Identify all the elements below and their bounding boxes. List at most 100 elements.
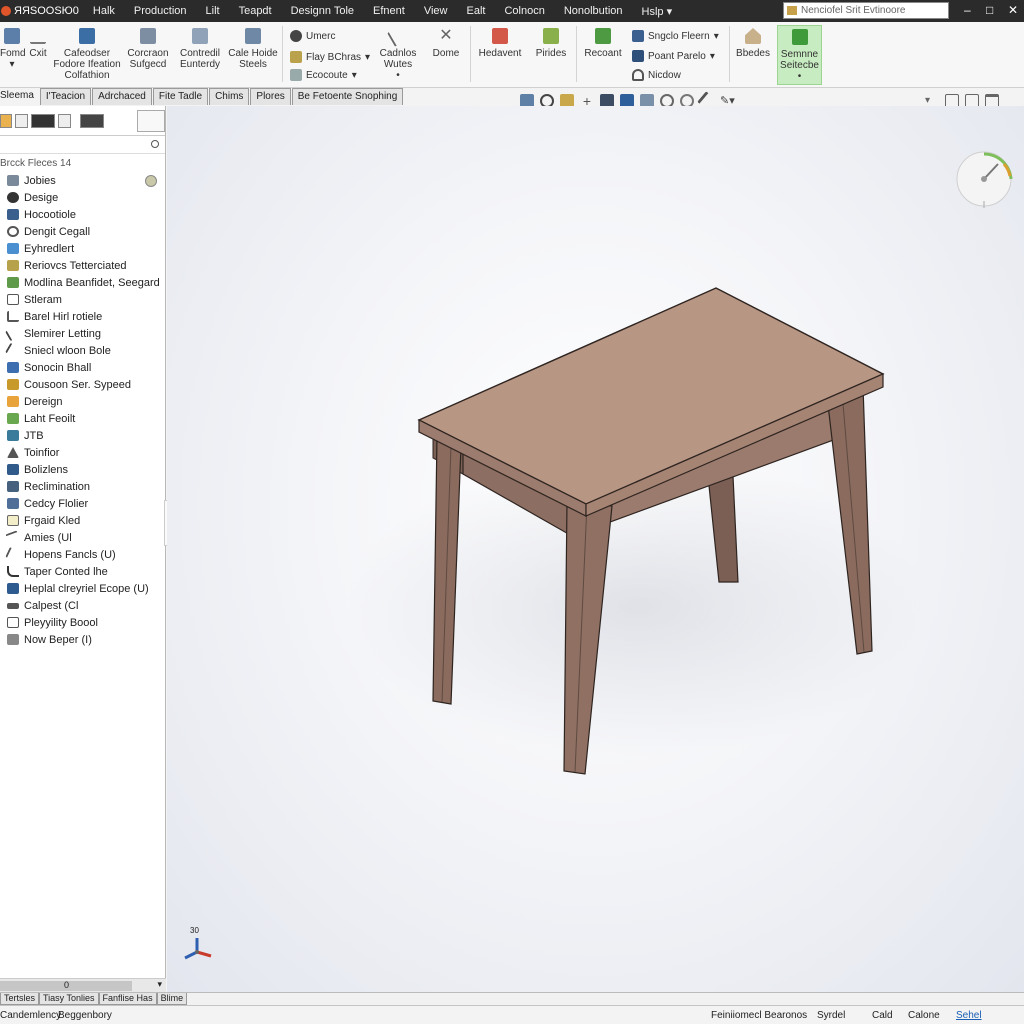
- feature-manager-tab-icon[interactable]: [0, 113, 13, 128]
- ribbon-nicdow-button[interactable]: Nicdow: [632, 69, 681, 81]
- tree-item[interactable]: Heplal clreyriel Ecope (U): [0, 580, 165, 597]
- tree-item[interactable]: Sniecl wloon Bole: [0, 342, 165, 359]
- tree-item-label: Slemirer Letting: [24, 327, 102, 340]
- tree-item[interactable]: Cedcy Flolier: [0, 495, 165, 512]
- tab-adrchaced[interactable]: Adrchaced: [92, 88, 152, 105]
- ribbon-sngclo-fleern-button[interactable]: Sngclo Fleern ▾: [632, 30, 719, 42]
- minimize-button[interactable]: –: [964, 3, 971, 17]
- tab-tertsles[interactable]: Tertsles: [0, 993, 40, 1005]
- menu-design-tole[interactable]: Designn Tole: [291, 5, 354, 17]
- tab-teacion[interactable]: I'Teacion: [39, 88, 92, 105]
- ribbon-umerc-button[interactable]: Umerc: [290, 30, 335, 42]
- menu-halk[interactable]: Halk: [93, 5, 115, 17]
- table-model[interactable]: [167, 106, 1024, 992]
- tree-item[interactable]: Cousoon Ser. Sypeed: [0, 376, 165, 393]
- menu-nonolbution[interactable]: Nonolbution: [564, 5, 623, 17]
- ribbon-exit-button[interactable]: Cxit: [26, 22, 50, 59]
- tree-item[interactable]: Barel Hirl rotiele: [0, 308, 165, 325]
- tree-item-label: Sniecl wloon Bole: [24, 344, 111, 357]
- tree-item[interactable]: Hopens Fancls (U): [0, 546, 165, 563]
- ribbon-recoant-button[interactable]: Recoant: [580, 22, 626, 59]
- tab-plores[interactable]: Plores: [250, 88, 291, 105]
- menu-teapdt[interactable]: Teapdt: [239, 5, 272, 17]
- tree-item[interactable]: Reriovcs Tetterciated: [0, 257, 165, 274]
- tab-tiasy-tonlies[interactable]: Tiasy Tonlies: [39, 993, 99, 1005]
- tree-item[interactable]: JTB: [0, 427, 165, 444]
- tree-item-label: Eyhredlert: [24, 242, 75, 255]
- menu-view[interactable]: View: [424, 5, 448, 17]
- panel-filter-field[interactable]: [137, 109, 165, 132]
- coordinate-triad: 30: [181, 926, 221, 966]
- tab-fanflise-has[interactable]: Fanflise Has: [98, 993, 157, 1005]
- ribbon-fomd-button[interactable]: Fomd ▾: [0, 22, 26, 70]
- view-orientation-gizmo[interactable]: [954, 146, 1020, 212]
- ribbon-dome-button[interactable]: ✕ Dome: [426, 22, 466, 60]
- tree-item[interactable]: Reclimination: [0, 478, 165, 495]
- tree-item[interactable]: Calpest (Cl: [0, 597, 165, 614]
- ribbon-cafeodser-button[interactable]: Cafeodser Fodore Ifeation Colfathion: [52, 22, 122, 81]
- ribbon-pirides-button[interactable]: Pirides: [530, 22, 572, 59]
- ribbon-cale-hoide-button[interactable]: Cale Hoide Steels: [228, 22, 278, 70]
- status-item-4[interactable]: Calone: [908, 1010, 940, 1021]
- tree-item[interactable]: Pleyyility Boool: [0, 614, 165, 631]
- tab-fite-tadle[interactable]: Fite Tadle: [152, 88, 209, 105]
- configuration-manager-tab-icon[interactable]: [30, 113, 56, 128]
- menu-lilt[interactable]: Lilt: [206, 5, 220, 17]
- command-ribbon: Fomd ▾ Cxit Cafeodser Fodore Ifeation Co…: [0, 22, 1024, 88]
- tree-item[interactable]: Laht Feoilt: [0, 410, 165, 427]
- tree-item[interactable]: Amies (Ul: [0, 529, 165, 546]
- recoant-icon: [595, 28, 611, 44]
- ribbon-cadnlos-button[interactable]: Cadnlos Wutes •: [376, 22, 420, 81]
- tab-chims[interactable]: Chims: [209, 88, 250, 105]
- tree-item[interactable]: Dereign: [0, 393, 165, 410]
- panel-horizontal-scrollbar[interactable]: 0 ▾: [0, 978, 166, 992]
- tree-item[interactable]: Desige: [0, 189, 165, 206]
- ribbon-hedavent-button[interactable]: Hedavent: [474, 22, 526, 59]
- menu-ealt[interactable]: Ealt: [466, 5, 485, 17]
- tree-item[interactable]: Jobies: [0, 172, 165, 189]
- tree-item[interactable]: Sonocin Bhall: [0, 359, 165, 376]
- menu-efnent[interactable]: Efnent: [373, 5, 405, 17]
- menu-help[interactable]: Hslp ▾: [642, 5, 673, 18]
- tab-sleema[interactable]: Sleema: [0, 88, 39, 105]
- status-item-5[interactable]: Sehel: [956, 1010, 982, 1021]
- tree-item[interactable]: Now Beper (I): [0, 631, 165, 648]
- dim-expert-tab-icon[interactable]: [58, 113, 71, 128]
- display-manager-tab-icon[interactable]: [79, 113, 105, 128]
- ribbon-bbedes-button[interactable]: Bbedes: [732, 22, 774, 59]
- tree-item-label: Bolizlens: [24, 463, 69, 476]
- ribbon-corcraon-button[interactable]: Corcraon Sufgecd: [124, 22, 172, 70]
- status-item-3[interactable]: Cald: [872, 1010, 893, 1021]
- maximize-button[interactable]: □: [986, 3, 993, 17]
- ribbon-semnne-button[interactable]: Semnne Seitecbe •: [777, 25, 822, 85]
- tree-item[interactable]: Stleram: [0, 291, 165, 308]
- tab-fetoente-snophing[interactable]: Be Fetoente Snophing: [291, 88, 404, 105]
- tree-item[interactable]: Hocootiole: [0, 206, 165, 223]
- tree-item[interactable]: Taper Conted lhe: [0, 563, 165, 580]
- search-input[interactable]: Nenciofel Srit Evtinoore: [783, 2, 949, 19]
- tree-item[interactable]: Toinfior: [0, 444, 165, 461]
- menu-colnocn[interactable]: Colnocn: [504, 5, 544, 17]
- tab-blime[interactable]: Blime: [156, 993, 188, 1005]
- tree-item[interactable]: Frgaid Kled: [0, 512, 165, 529]
- tree-filter-bar[interactable]: [0, 136, 165, 154]
- menu-production[interactable]: Production: [134, 5, 187, 17]
- tree-root-label[interactable]: Brcck Fleces 14: [0, 154, 165, 172]
- tree-item-label: Laht Feoilt: [24, 412, 76, 425]
- flay-bchras-label: Flay BChras: [306, 51, 362, 63]
- tree-item[interactable]: Modlina Beanfidet, Seegard: [0, 274, 165, 291]
- tree-item[interactable]: Slemirer Letting: [0, 325, 165, 342]
- tree-item[interactable]: Bolizlens: [0, 461, 165, 478]
- ribbon-poant-parelo-button[interactable]: Poant Parelo ▾: [632, 50, 715, 62]
- ribbon-ecocoute-button[interactable]: Ecocoute ▾: [290, 69, 357, 81]
- ribbon-flay-bchras-button[interactable]: Flay BChras ▾: [290, 51, 370, 63]
- tree-item[interactable]: Dengit Cegall: [0, 223, 165, 240]
- scroll-right-icon[interactable]: ▾: [157, 979, 162, 990]
- property-manager-tab-icon[interactable]: [15, 113, 28, 128]
- graphics-viewport[interactable]: 30: [167, 106, 1024, 992]
- close-button[interactable]: ✕: [1008, 3, 1018, 17]
- tree-item[interactable]: Eyhredlert: [0, 240, 165, 257]
- axis-triad-icon: [184, 938, 212, 960]
- ribbon-contredil-button[interactable]: Contredil Eunterdy: [174, 22, 226, 70]
- status-item-2[interactable]: Syrdel: [817, 1010, 845, 1021]
